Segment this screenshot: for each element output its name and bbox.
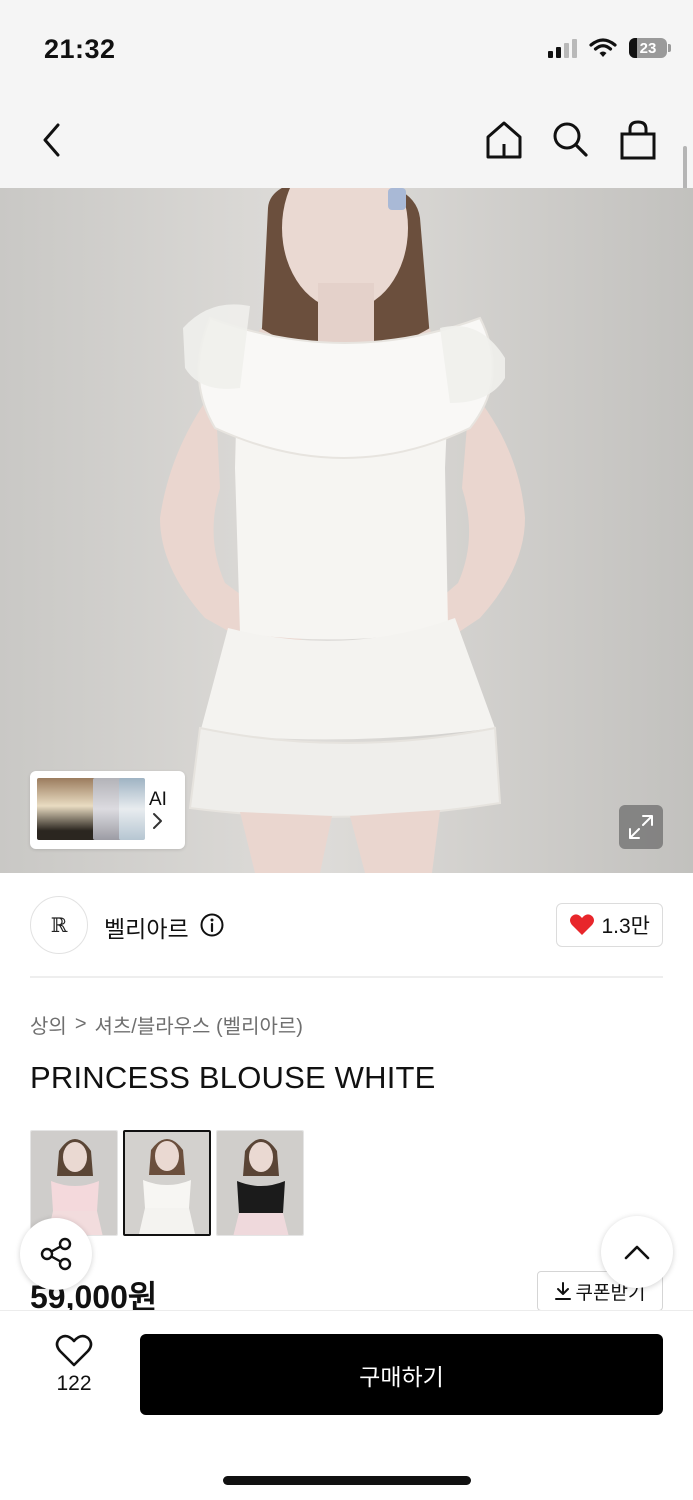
wifi-icon bbox=[589, 38, 617, 57]
divider bbox=[30, 976, 663, 978]
wishlist-button[interactable]: 122 bbox=[38, 1334, 110, 1414]
nav-bar bbox=[0, 96, 693, 188]
ai-label-group: AI bbox=[149, 789, 167, 831]
breadcrumb-subcategory[interactable]: 셔츠/블라우스 (벨리아르) bbox=[95, 1010, 303, 1039]
heart-outline-icon bbox=[55, 1334, 93, 1367]
share-button[interactable] bbox=[20, 1218, 92, 1290]
status-icons: 23 bbox=[548, 38, 671, 58]
heart-filled-icon bbox=[570, 914, 595, 935]
cart-button[interactable] bbox=[614, 116, 662, 164]
expand-icon bbox=[629, 815, 653, 839]
chevron-left-icon bbox=[43, 123, 60, 157]
download-icon bbox=[554, 1282, 571, 1300]
breadcrumb: 상의 > 셔츠/블라우스 (벨리아르) bbox=[30, 1010, 303, 1039]
variant-white[interactable] bbox=[123, 1130, 211, 1236]
share-icon bbox=[40, 1237, 72, 1271]
battery-icon: 23 bbox=[629, 38, 671, 58]
search-icon bbox=[553, 122, 588, 157]
status-time: 21:32 bbox=[44, 34, 116, 64]
brand-logo[interactable]: ℝ bbox=[30, 896, 88, 954]
brand-like-count: 1.3만 bbox=[601, 915, 650, 938]
battery-level: 23 bbox=[639, 39, 657, 57]
brand-like-button[interactable]: 1.3만 bbox=[556, 903, 663, 947]
home-button[interactable] bbox=[480, 116, 528, 164]
ai-label: AI bbox=[149, 789, 167, 810]
chevron-up-icon bbox=[624, 1245, 650, 1260]
chevron-right-icon bbox=[152, 813, 162, 829]
fullscreen-button[interactable] bbox=[619, 805, 663, 849]
wishlist-count: 122 bbox=[56, 1372, 92, 1395]
brand-name[interactable]: 벨리아르 bbox=[104, 910, 189, 944]
brand-row: ℝ 벨리아르 1.3만 bbox=[30, 896, 663, 954]
ai-styling-thumbnails bbox=[35, 776, 145, 844]
search-button[interactable] bbox=[546, 116, 594, 164]
home-indicator[interactable] bbox=[223, 1476, 471, 1485]
home-icon bbox=[486, 121, 522, 159]
cellular-signal-icon bbox=[548, 38, 577, 58]
buy-button[interactable]: 구매하기 bbox=[140, 1334, 663, 1415]
variant-black[interactable] bbox=[216, 1130, 304, 1236]
status-bar: 21:32 23 bbox=[0, 0, 693, 96]
shopping-bag-icon bbox=[620, 120, 656, 160]
ai-styling-card[interactable]: AI bbox=[30, 771, 185, 849]
color-variants bbox=[30, 1130, 304, 1236]
product-title: PRINCESS BLOUSE WHITE bbox=[30, 1060, 436, 1095]
scroll-to-top-button[interactable] bbox=[601, 1216, 673, 1288]
info-icon[interactable] bbox=[200, 913, 224, 937]
back-button[interactable] bbox=[28, 116, 76, 164]
breadcrumb-category[interactable]: 상의 bbox=[30, 1010, 67, 1039]
breadcrumb-separator: > bbox=[74, 1013, 87, 1035]
